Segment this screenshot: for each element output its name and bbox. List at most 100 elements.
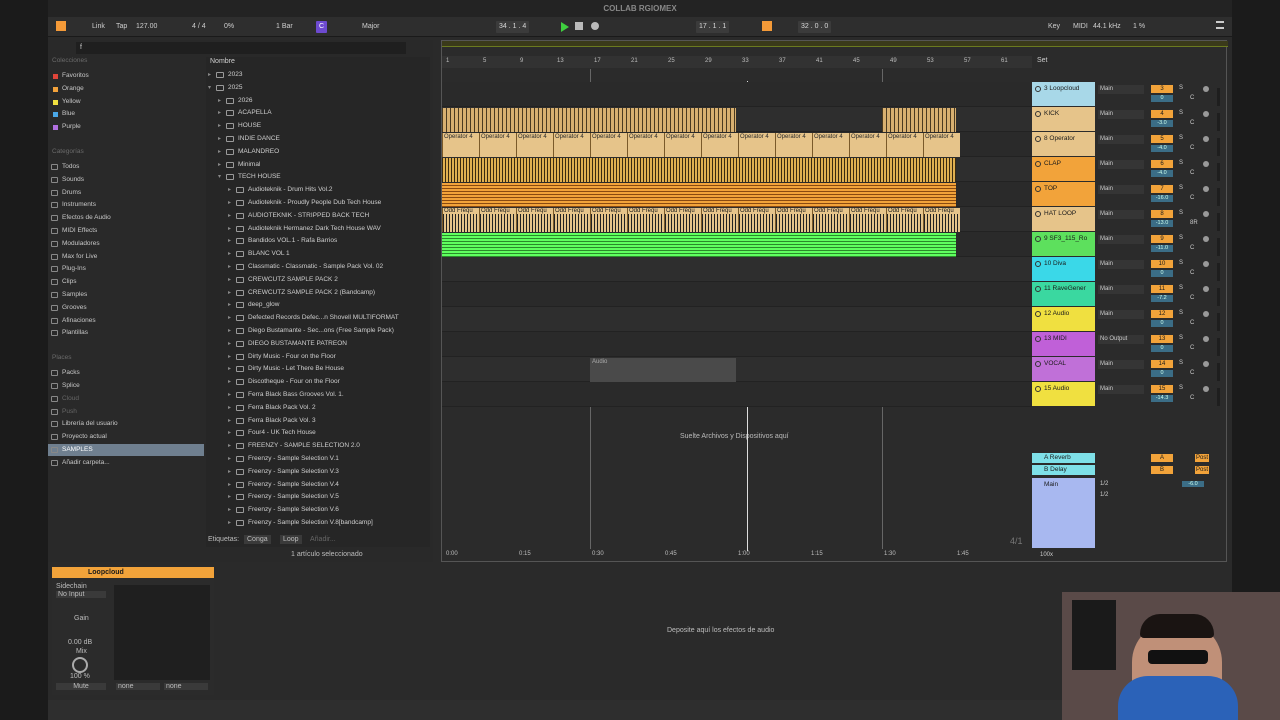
chevron-right-icon[interactable]: ▸: [228, 223, 231, 236]
output-select[interactable]: Main: [1098, 185, 1144, 194]
collection-item[interactable]: Yellow: [48, 96, 204, 108]
volume-field[interactable]: 0: [1151, 270, 1173, 277]
file-tree-item[interactable]: ▸ Dirty Music - Let There Be House: [206, 363, 430, 376]
audio-clip[interactable]: Odd Frequ: [590, 208, 627, 232]
midi-clip[interactable]: Operator 4: [516, 133, 553, 157]
mute-button[interactable]: Mute: [56, 683, 106, 690]
solo-button[interactable]: S: [1179, 360, 1183, 366]
chevron-right-icon[interactable]: ▸: [228, 504, 231, 517]
file-tree-item[interactable]: ▸ Ferra Black Pack Vol. 2: [206, 402, 430, 415]
category-item[interactable]: Efectos de Audio: [48, 212, 204, 224]
pan-field[interactable]: C: [1190, 395, 1194, 401]
pan-field[interactable]: C: [1190, 320, 1194, 326]
chevron-right-icon[interactable]: ▸: [228, 491, 231, 504]
audio-clip[interactable]: Odd Frequ: [812, 208, 849, 232]
category-item[interactable]: Sounds: [48, 174, 204, 186]
track-number[interactable]: 11: [1151, 285, 1173, 293]
file-tree-item[interactable]: ▸ Minimal: [206, 159, 430, 172]
category-item[interactable]: Max for Live: [48, 251, 204, 263]
file-tree-item[interactable]: ▸ DIEGO BUSTAMANTE PATREON: [206, 338, 430, 351]
chevron-right-icon[interactable]: ▸: [228, 517, 231, 530]
midi-clip[interactable]: Operator 4: [849, 133, 886, 157]
category-item[interactable]: Afinaciones: [48, 315, 204, 327]
place-item[interactable]: Push: [48, 406, 204, 418]
return-letter[interactable]: A: [1151, 454, 1173, 462]
audio-clip[interactable]: Odd Frequ: [479, 208, 516, 232]
solo-button[interactable]: S: [1179, 135, 1183, 141]
chevron-right-icon[interactable]: ▸: [228, 184, 231, 197]
chevron-right-icon[interactable]: ▸: [228, 363, 231, 376]
track-name[interactable]: KICK: [1032, 107, 1095, 131]
chevron-right-icon[interactable]: ▸: [218, 146, 221, 159]
main-volume[interactable]: -6.0: [1182, 481, 1204, 487]
track-activator-icon[interactable]: [1035, 136, 1041, 142]
file-tree-item[interactable]: ▸ Freenzy - Sample Selection V.3: [206, 466, 430, 479]
chevron-right-icon[interactable]: ▸: [218, 95, 221, 108]
groove-pct[interactable]: 0%: [224, 21, 234, 33]
track-name[interactable]: 12 Audio: [1032, 307, 1095, 331]
solo-button[interactable]: S: [1179, 110, 1183, 116]
audio-clip[interactable]: Odd Frequ: [886, 208, 923, 232]
track-header[interactable]: KICK Main 4 -3.0 S C: [1032, 107, 1226, 132]
audio-clip[interactable]: Odd Frequ: [775, 208, 812, 232]
output-select[interactable]: Main: [1098, 210, 1144, 219]
chevron-right-icon[interactable]: ▸: [228, 440, 231, 453]
file-tree-item[interactable]: ▸ Freenzy - Sample Selection V.5: [206, 491, 430, 504]
track-name[interactable]: CLAP: [1032, 157, 1095, 181]
file-tree-item[interactable]: ▸ 2026: [206, 95, 430, 108]
audio-clip[interactable]: [442, 183, 956, 207]
category-item[interactable]: Moduladores: [48, 238, 204, 250]
audio-clip[interactable]: Odd Frequ: [516, 208, 553, 232]
main-track[interactable]: Main 1/2 1/2 -6.0: [1032, 478, 1226, 548]
chevron-right-icon[interactable]: ▸: [228, 299, 231, 312]
track-number[interactable]: 3: [1151, 85, 1173, 93]
chevron-right-icon[interactable]: ▸: [228, 197, 231, 210]
stop-icon[interactable]: [575, 22, 583, 30]
place-item[interactable]: Packs: [48, 367, 204, 379]
track-activator-icon[interactable]: [1035, 386, 1041, 392]
place-item[interactable]: Añadir carpeta...: [48, 457, 204, 469]
audio-clip[interactable]: Odd Frequ: [738, 208, 775, 232]
output-select[interactable]: Main: [1098, 110, 1144, 119]
pan-field[interactable]: C: [1190, 170, 1194, 176]
track-number[interactable]: 13: [1151, 335, 1173, 343]
volume-field[interactable]: 0: [1151, 370, 1173, 377]
file-tree-item[interactable]: ▸ 2023: [206, 69, 430, 82]
file-tree-item[interactable]: ▸ AUDIOTEKNIK - STRIPPED BACK TECH: [206, 210, 430, 223]
output-select[interactable]: Main: [1098, 285, 1144, 294]
arm-icon[interactable]: [1203, 161, 1209, 167]
track-header[interactable]: 15 Audio Main 15 -14.3 S C: [1032, 382, 1226, 407]
track-lane[interactable]: [442, 257, 1032, 282]
chevron-right-icon[interactable]: ▸: [228, 210, 231, 223]
audio-clip[interactable]: Odd Frequ: [553, 208, 590, 232]
track-lane[interactable]: [442, 307, 1032, 332]
output-select[interactable]: Main: [1098, 85, 1144, 94]
audio-clip[interactable]: [442, 233, 956, 257]
audio-clip[interactable]: Odd Frequ: [627, 208, 664, 232]
collection-item[interactable]: Blue: [48, 108, 204, 120]
track-name[interactable]: 13 MIDI: [1032, 332, 1095, 356]
file-tree-item[interactable]: ▸ CREWCUTZ SAMPLE PACK 2 (Bandcamp): [206, 287, 430, 300]
track-header[interactable]: 8 Operator Main 5 -4.0 S C: [1032, 132, 1226, 157]
volume-field[interactable]: 0: [1151, 345, 1173, 352]
chevron-right-icon[interactable]: ▸: [228, 325, 231, 338]
file-tree-item[interactable]: ▾ 2025: [206, 82, 430, 95]
output-select[interactable]: Main: [1098, 160, 1144, 169]
chevron-right-icon[interactable]: ▸: [228, 402, 231, 415]
track-name[interactable]: 15 Audio: [1032, 382, 1095, 406]
arm-icon[interactable]: [1203, 236, 1209, 242]
track-activator-icon[interactable]: [1035, 311, 1041, 317]
arm-icon[interactable]: [1203, 111, 1209, 117]
track-header[interactable]: 11 RaveGener Main 11 -7.2 S C: [1032, 282, 1226, 307]
scale-select[interactable]: Major: [362, 21, 380, 33]
volume-field[interactable]: -7.2: [1151, 295, 1173, 302]
midi-clip[interactable]: Operator 4: [886, 133, 923, 157]
track-number[interactable]: 6: [1151, 160, 1173, 168]
add-tag-input[interactable]: Añadir...: [310, 536, 336, 543]
file-tree-item[interactable]: ▸ BLANC VOL 1: [206, 248, 430, 261]
record-icon[interactable]: [591, 22, 599, 30]
track-header[interactable]: VOCAL Main 14 0 S C: [1032, 357, 1226, 382]
volume-field[interactable]: 0: [1151, 320, 1173, 327]
solo-button[interactable]: S: [1179, 260, 1183, 266]
audio-clip[interactable]: Audio: [590, 358, 736, 382]
